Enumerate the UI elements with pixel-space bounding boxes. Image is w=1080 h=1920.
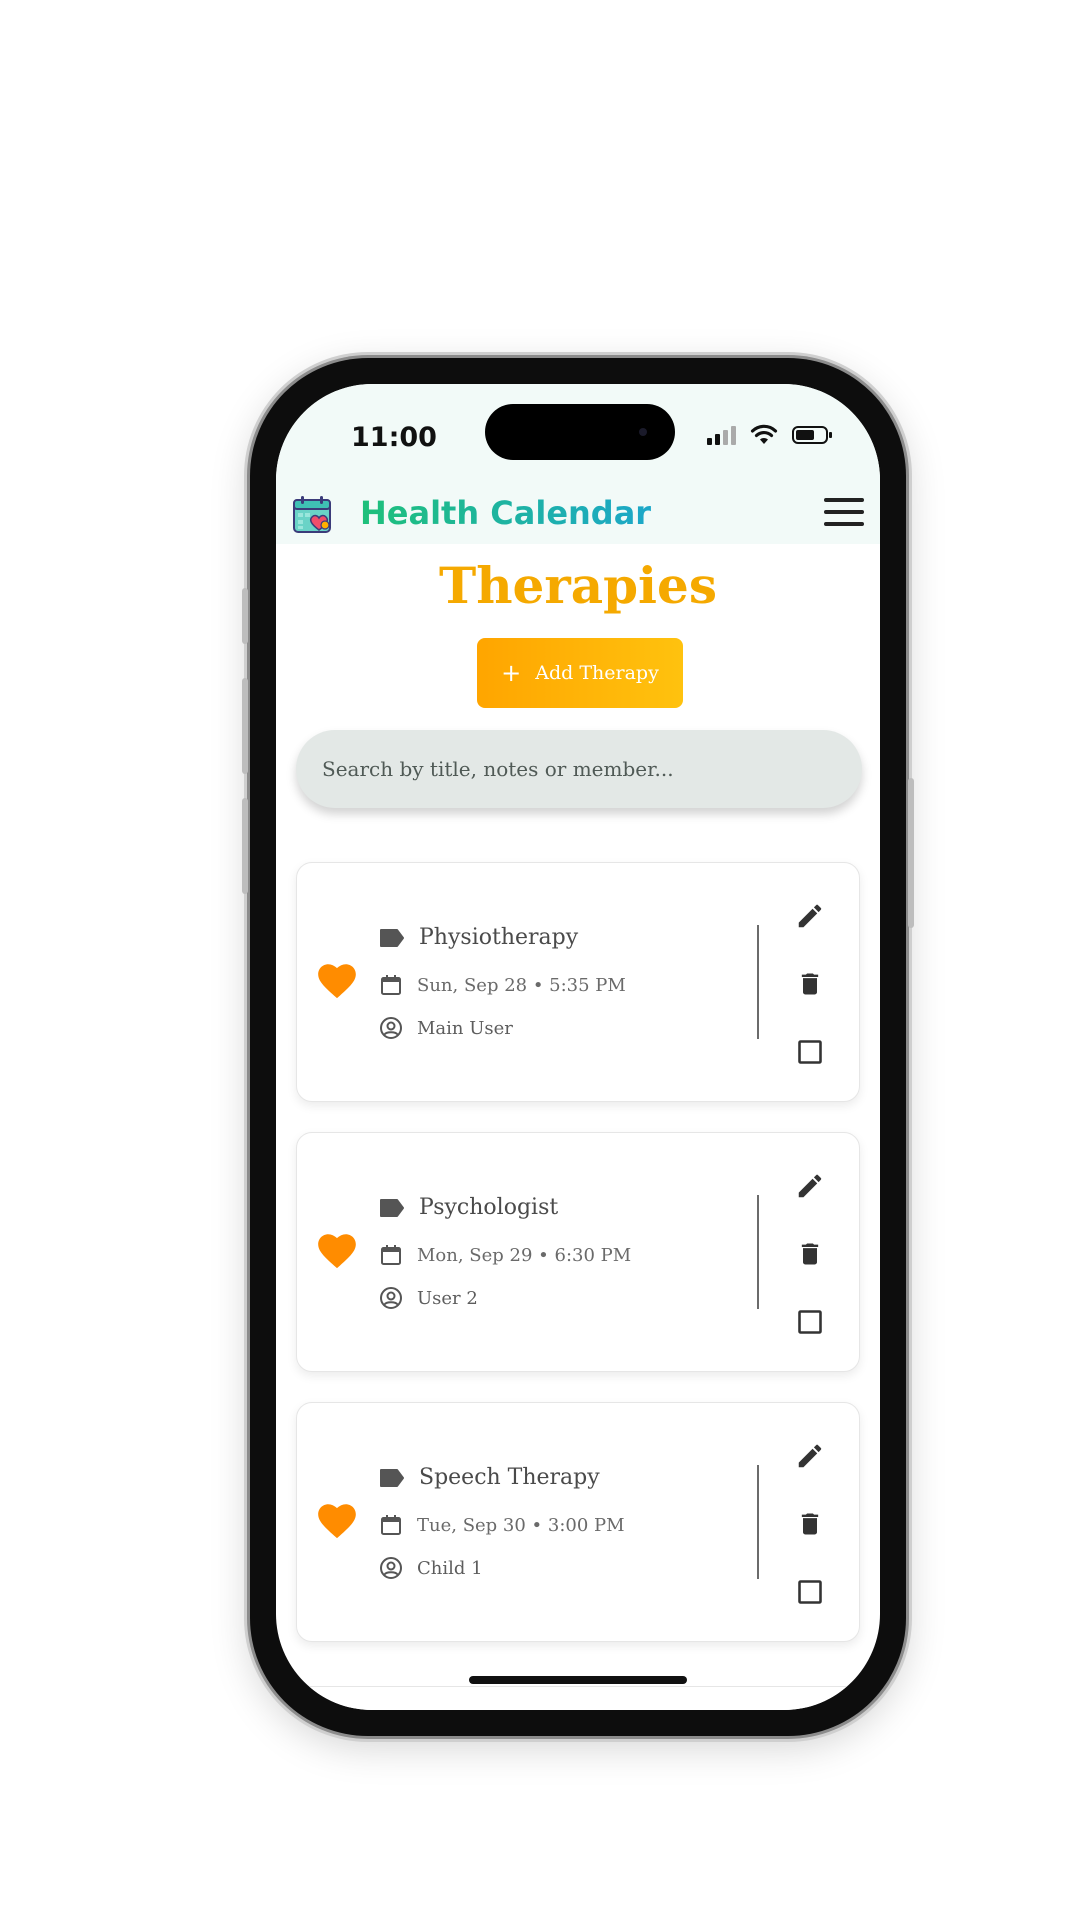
search-input[interactable] <box>320 756 838 782</box>
add-therapy-label: Add Therapy <box>535 662 659 684</box>
home-indicator[interactable] <box>469 1676 687 1684</box>
label-tag-icon <box>380 928 404 947</box>
calendar-icon <box>381 1245 401 1265</box>
delete-trash-icon[interactable] <box>793 1237 827 1271</box>
checkbox-icon[interactable] <box>793 1305 827 1339</box>
heart-icon <box>318 1504 356 1539</box>
dynamic-island <box>485 404 675 460</box>
battery-icon <box>792 426 832 444</box>
hamburger-menu-icon[interactable] <box>824 498 864 526</box>
user-circle-icon <box>380 1557 402 1579</box>
therapy-title-row: Psychologist <box>379 1195 558 1220</box>
calendar-heart-logo-icon <box>293 496 331 533</box>
delete-trash-icon[interactable] <box>793 967 827 1001</box>
calendar-icon <box>381 975 401 995</box>
action-button <box>242 588 248 644</box>
search-bar[interactable] <box>296 730 862 808</box>
label-tag-icon <box>380 1468 404 1487</box>
calendar-icon <box>381 1515 401 1535</box>
phone-frame: 11:00 Health Calendar Therapies + Add Th… <box>242 358 914 1736</box>
therapy-title: Psychologist <box>419 1195 559 1220</box>
app-header: Health Calendar <box>276 484 880 544</box>
page-title: Therapies <box>438 556 718 615</box>
therapy-title-row: Speech Therapy <box>379 1465 600 1490</box>
add-therapy-button[interactable]: + Add Therapy <box>477 638 683 708</box>
therapy-title: Speech Therapy <box>419 1465 600 1490</box>
therapy-member: Child 1 <box>417 1557 483 1579</box>
power-button <box>908 778 914 928</box>
app-title: Health Calendar <box>360 494 652 532</box>
therapy-member: User 2 <box>417 1287 478 1309</box>
therapy-member-row: Child 1 <box>379 1556 483 1580</box>
therapy-datetime: Tue, Sep 30 • 3:00 PM <box>417 1514 625 1536</box>
heart-icon <box>318 1234 356 1269</box>
user-circle-icon <box>380 1287 402 1309</box>
therapy-member: Main User <box>417 1017 513 1039</box>
therapy-date-row: Sun, Sep 28 • 5:35 PM <box>379 973 626 997</box>
therapy-card-partial[interactable] <box>296 1686 862 1710</box>
edit-pencil-icon[interactable] <box>793 1439 827 1473</box>
therapy-datetime: Sun, Sep 28 • 5:35 PM <box>417 974 626 996</box>
divider <box>757 1465 759 1579</box>
delete-trash-icon[interactable] <box>793 1507 827 1541</box>
therapy-card[interactable]: Speech Therapy Tue, Sep 30 • 3:00 PM Chi… <box>296 1402 860 1642</box>
status-icons <box>707 424 832 446</box>
status-time: 11:00 <box>351 422 437 453</box>
cellular-signal-icon <box>707 425 736 445</box>
wifi-icon <box>750 424 778 444</box>
therapy-date-row: Tue, Sep 30 • 3:00 PM <box>379 1513 625 1537</box>
therapy-title-row: Physiotherapy <box>379 925 578 950</box>
volume-up-button <box>242 678 248 774</box>
therapy-member-row: User 2 <box>379 1286 478 1310</box>
screen: 11:00 Health Calendar Therapies + Add Th… <box>276 384 880 1710</box>
edit-pencil-icon[interactable] <box>793 1169 827 1203</box>
heart-icon <box>318 964 356 999</box>
user-circle-icon <box>380 1017 402 1039</box>
label-tag-icon <box>380 1198 404 1217</box>
therapy-member-row: Main User <box>379 1016 513 1040</box>
edit-pencil-icon[interactable] <box>793 899 827 933</box>
divider <box>757 1195 759 1309</box>
therapy-datetime: Mon, Sep 29 • 6:30 PM <box>417 1244 632 1266</box>
checkbox-icon[interactable] <box>793 1575 827 1609</box>
top-bar: 11:00 Health Calendar <box>276 384 880 544</box>
therapy-card[interactable]: Physiotherapy Sun, Sep 28 • 5:35 PM Main… <box>296 862 860 1102</box>
therapy-card[interactable]: Psychologist Mon, Sep 29 • 6:30 PM User … <box>296 1132 860 1372</box>
plus-icon: + <box>501 659 522 687</box>
volume-down-button <box>242 798 248 894</box>
therapy-title: Physiotherapy <box>419 925 579 950</box>
divider <box>757 925 759 1039</box>
checkbox-icon[interactable] <box>793 1035 827 1069</box>
therapy-date-row: Mon, Sep 29 • 6:30 PM <box>379 1243 631 1267</box>
